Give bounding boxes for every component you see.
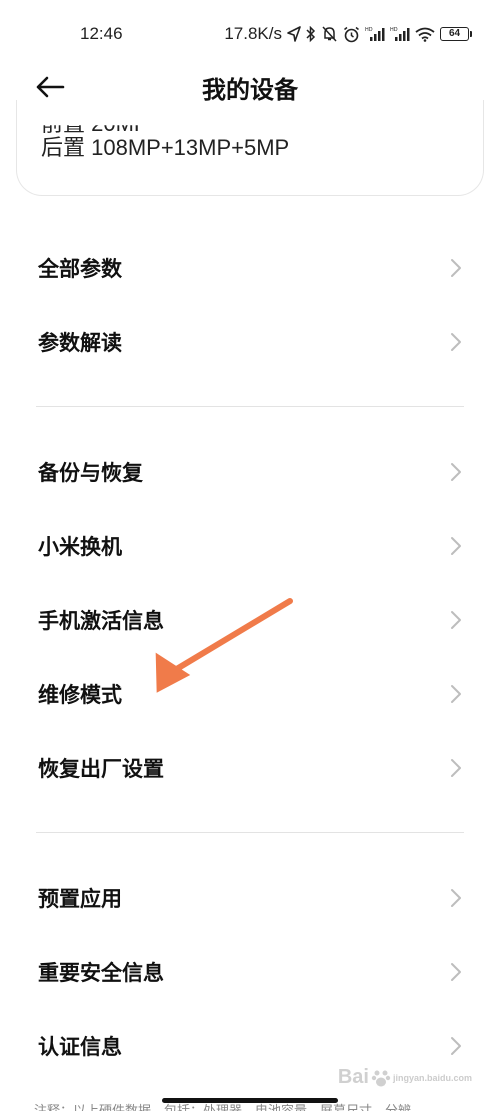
menu-item-label: 参数解读 (38, 332, 122, 355)
menu-item-factory-reset[interactable]: 恢复出厂设置 (0, 737, 500, 799)
battery-icon: 64 (440, 27, 472, 41)
watermark-brand: Bai (337, 1066, 369, 1088)
chevron-right-icon (451, 685, 461, 703)
menu-item-label: 小米换机 (38, 536, 122, 559)
svg-text:HD: HD (390, 27, 398, 33)
menu-item-activation-info[interactable]: 手机激活信息 (0, 589, 500, 651)
home-indicator[interactable] (162, 1098, 338, 1103)
menu-item-all-params[interactable]: 全部参数 (0, 237, 500, 299)
divider (36, 406, 464, 407)
svg-text:HD: HD (365, 27, 373, 33)
status-icons: 17.8K/s HD HD 64 (224, 24, 472, 44)
paw-logo-icon (371, 1070, 391, 1086)
menu-item-label: 认证信息 (38, 1036, 122, 1059)
menu-item-backup-restore[interactable]: 备份与恢复 (0, 441, 500, 503)
menu-item-label: 预置应用 (38, 888, 122, 911)
status-time: 12:46 (80, 24, 123, 43)
mute-icon (322, 26, 337, 42)
divider (36, 832, 464, 833)
chevron-right-icon (451, 759, 461, 777)
watermark-subtitle: jingyan.baidu.com (392, 1072, 472, 1083)
chevron-right-icon (451, 889, 461, 907)
chevron-right-icon (451, 537, 461, 555)
menu-item-label: 维修模式 (38, 684, 122, 707)
chevron-right-icon (451, 963, 461, 981)
chevron-right-icon (451, 611, 461, 629)
signal-2-icon: HD (390, 27, 410, 41)
rear-camera-text: 后置 108MP+13MP+5MP (41, 135, 290, 160)
menu-item-label: 重要安全信息 (38, 962, 164, 985)
chevron-right-icon (451, 1037, 461, 1055)
menu-item-safety-info[interactable]: 重要安全信息 (0, 941, 500, 1003)
device-spec-card: 前置 20MP 后置 108MP+13MP+5MP (16, 100, 484, 196)
menu-item-label: 手机激活信息 (38, 610, 164, 633)
chevron-right-icon (451, 259, 461, 277)
wifi-icon (415, 27, 435, 42)
battery-level: 64 (440, 27, 469, 41)
chevron-right-icon (451, 463, 461, 481)
menu-item-label: 备份与恢复 (38, 462, 143, 485)
alarm-icon (344, 26, 359, 42)
menu-item-label: 全部参数 (38, 258, 122, 281)
location-icon (287, 26, 301, 42)
menu-item-param-explain[interactable]: 参数解读 (0, 311, 500, 373)
network-speed: 17.8K/s (224, 24, 282, 43)
menu-item-label: 恢复出厂设置 (38, 758, 164, 781)
status-bar: 12:46 17.8K/s HD HD 64 (0, 0, 500, 70)
baidu-watermark: Bai jingyan.baidu.com (338, 1066, 472, 1089)
signal-1-icon: HD (365, 27, 385, 41)
bluetooth-icon (306, 25, 316, 42)
menu-item-repair-mode[interactable]: 维修模式 (0, 663, 500, 725)
menu-item-mi-mover[interactable]: 小米换机 (0, 515, 500, 577)
chevron-right-icon (451, 333, 461, 351)
menu-item-preinstalled-apps[interactable]: 预置应用 (0, 867, 500, 929)
